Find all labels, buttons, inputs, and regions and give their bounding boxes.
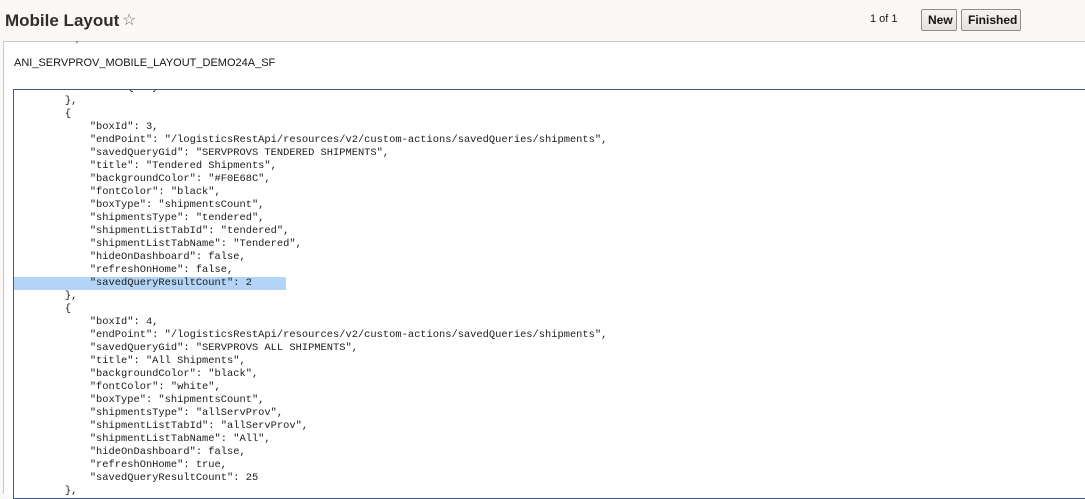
- code-line: },: [15, 290, 78, 302]
- json-editor-textarea[interactable]: "savedQueryResultCount": 25 }, { "boxId"…: [13, 89, 1085, 499]
- code-line: {: [15, 108, 72, 120]
- code-line: "shipmentListTabId": "tendered",: [15, 225, 290, 237]
- code-line: "endPoint": "/logisticsRestApi/resources…: [15, 134, 608, 146]
- code-line: "backgroundColor": "black",: [15, 368, 259, 380]
- selected-code-line: "savedQueryResultCount": 2: [14, 277, 1085, 290]
- layout-panel: ' ANI_SERVPROV_MOBILE_LAYOUT_DEMO24A_SF …: [3, 40, 1085, 499]
- code-line: {: [15, 303, 72, 315]
- code-line: "boxId": 4,: [15, 316, 159, 328]
- page-header: Mobile Layout ☆ 1 of 1 New Finished: [0, 0, 1085, 41]
- favorite-star-icon[interactable]: ☆: [122, 11, 136, 31]
- code-line: "savedQueryGid": "SERVPROVS ALL SHIPMENT…: [15, 342, 358, 354]
- page-title: Mobile Layout: [5, 11, 120, 30]
- code-line: "backgroundColor": "#F0E68C",: [15, 173, 271, 185]
- code-line: "title": "All Shipments",: [15, 355, 246, 367]
- panel-tick-mark: ': [76, 40, 78, 51]
- code-line: "shipmentsType": "allServProv",: [15, 407, 284, 419]
- code-line: "refreshOnHome": false,: [15, 264, 234, 276]
- code-line: "fontColor": "black",: [15, 186, 221, 198]
- code-line: },: [15, 95, 78, 107]
- record-pager: 1 of 1: [870, 13, 898, 25]
- code-line: "shipmentListTabName": "Tendered",: [15, 238, 302, 250]
- code-line: "endPoint": "/logisticsRestApi/resources…: [15, 329, 608, 341]
- code-line: "refreshOnHome": true,: [15, 459, 228, 471]
- code-line: "boxType": "shipmentsCount",: [15, 199, 265, 211]
- code-line: "hideOnDashboard": false,: [15, 251, 246, 263]
- code-line: "title": "Tendered Shipments",: [15, 160, 277, 172]
- code-line: "shipmentListTabName": "All",: [15, 433, 271, 445]
- code-line: "shipmentListTabId": "allServProv",: [15, 420, 309, 432]
- new-button[interactable]: New: [921, 9, 957, 31]
- code-line: "boxId": 3,: [15, 121, 159, 133]
- finished-button[interactable]: Finished: [961, 9, 1021, 31]
- code-line: "fontColor": "white",: [15, 381, 221, 393]
- code-line: "shipmentsType": "tendered",: [15, 212, 265, 224]
- code-content: "savedQueryResultCount": 25 }, { "boxId"…: [14, 90, 1085, 498]
- code-line: "savedQueryResultCount": 25: [15, 472, 259, 484]
- code-line: "boxType": "shipmentsCount",: [15, 394, 265, 406]
- code-line: },: [15, 485, 78, 497]
- code-line: "hideOnDashboard": false,: [15, 446, 246, 458]
- code-line: "savedQueryGid": "SERVPROVS TENDERED SHI…: [15, 147, 390, 159]
- layout-name: ANI_SERVPROV_MOBILE_LAYOUT_DEMO24A_SF: [14, 57, 276, 69]
